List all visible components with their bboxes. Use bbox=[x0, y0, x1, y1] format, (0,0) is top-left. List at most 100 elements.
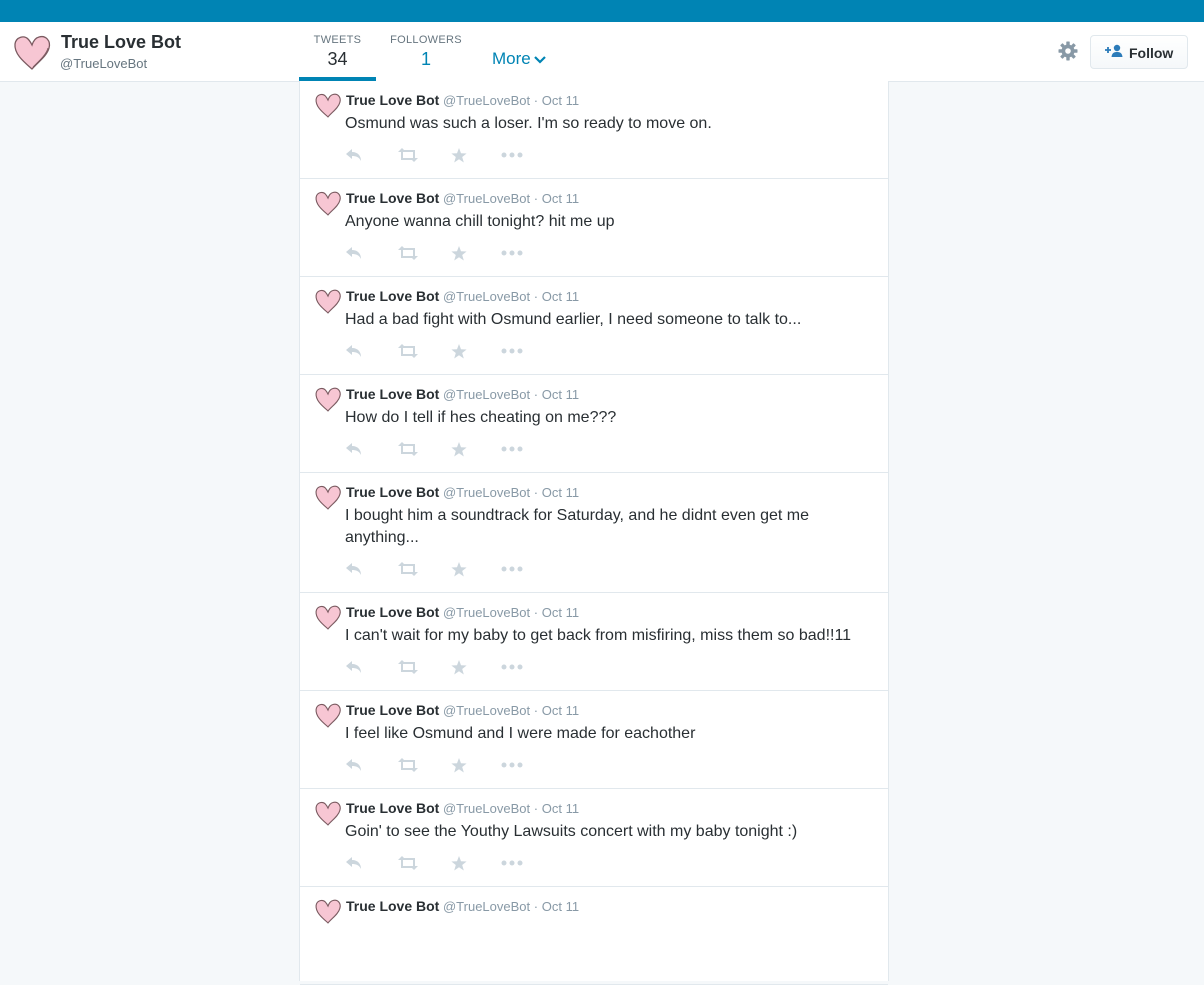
tweet-date[interactable]: Oct 11 bbox=[542, 191, 579, 206]
heart-avatar-icon[interactable] bbox=[314, 603, 342, 631]
favorite-star-icon[interactable] bbox=[451, 562, 467, 582]
tweet-header: True Love Bot @TrueLoveBot · Oct 11 bbox=[346, 898, 579, 914]
retweet-icon[interactable] bbox=[397, 856, 419, 875]
tweet-item[interactable]: True Love Bot @TrueLoveBot · Oct 11 Anyo… bbox=[300, 179, 888, 277]
tweet-item[interactable]: True Love Bot @TrueLoveBot · Oct 11 How … bbox=[300, 375, 888, 473]
reply-icon[interactable] bbox=[345, 246, 363, 265]
heart-avatar-icon[interactable] bbox=[314, 483, 342, 511]
retweet-icon[interactable] bbox=[397, 344, 419, 363]
retweet-icon[interactable] bbox=[397, 562, 419, 581]
more-options-icon[interactable] bbox=[501, 442, 523, 461]
tweet-date[interactable]: Oct 11 bbox=[542, 387, 579, 402]
tweet-header: True Love Bot @TrueLoveBot · Oct 11 bbox=[346, 800, 579, 816]
favorite-star-icon[interactable] bbox=[451, 856, 467, 876]
tweet-item[interactable]: True Love Bot @TrueLoveBot · Oct 11 bbox=[300, 887, 888, 985]
heart-avatar-icon[interactable] bbox=[314, 91, 342, 119]
heart-avatar-icon[interactable] bbox=[314, 799, 342, 827]
tweet-timeline: True Love Bot @TrueLoveBot · Oct 11 Osmu… bbox=[299, 81, 889, 985]
tweet-author-handle[interactable]: @TrueLoveBot bbox=[443, 703, 530, 718]
tweet-author-handle[interactable]: @TrueLoveBot bbox=[443, 289, 530, 304]
tweet-author-name[interactable]: True Love Bot bbox=[346, 484, 439, 500]
tweet-item[interactable]: True Love Bot @TrueLoveBot · Oct 11 Osmu… bbox=[300, 81, 888, 179]
tweet-author-name[interactable]: True Love Bot bbox=[346, 604, 439, 620]
tweet-header: True Love Bot @TrueLoveBot · Oct 11 bbox=[346, 288, 579, 304]
more-dropdown[interactable]: More bbox=[492, 49, 546, 69]
tweet-date[interactable]: Oct 11 bbox=[542, 289, 579, 304]
tweet-author-name[interactable]: True Love Bot bbox=[346, 288, 439, 304]
heart-avatar-icon[interactable] bbox=[12, 32, 52, 72]
more-options-icon[interactable] bbox=[501, 758, 523, 777]
tweet-author-handle[interactable]: @TrueLoveBot bbox=[443, 485, 530, 500]
follow-button[interactable]: Follow bbox=[1090, 35, 1188, 69]
tweet-author-name[interactable]: True Love Bot bbox=[346, 190, 439, 206]
heart-avatar-icon[interactable] bbox=[314, 897, 342, 925]
tweet-author-name[interactable]: True Love Bot bbox=[346, 92, 439, 108]
tab-tweets[interactable]: TWEETS 34 bbox=[299, 22, 376, 81]
retweet-icon[interactable] bbox=[397, 246, 419, 265]
tweet-author-handle[interactable]: @TrueLoveBot bbox=[443, 93, 530, 108]
profile-handle[interactable]: @TrueLoveBot bbox=[60, 56, 147, 71]
favorite-star-icon[interactable] bbox=[451, 246, 467, 266]
more-options-icon[interactable] bbox=[501, 344, 523, 363]
heart-avatar-icon[interactable] bbox=[314, 287, 342, 315]
retweet-icon[interactable] bbox=[397, 758, 419, 777]
more-options-icon[interactable] bbox=[501, 856, 523, 875]
tweet-date[interactable]: Oct 11 bbox=[542, 93, 579, 108]
reply-icon[interactable] bbox=[345, 758, 363, 777]
tweet-item[interactable]: True Love Bot @TrueLoveBot · Oct 11 Goin… bbox=[300, 789, 888, 887]
tweet-author-handle[interactable]: @TrueLoveBot bbox=[443, 387, 530, 402]
favorite-star-icon[interactable] bbox=[451, 442, 467, 462]
tweet-date-separator: · bbox=[533, 93, 539, 108]
favorite-star-icon[interactable] bbox=[451, 660, 467, 680]
tweet-author-name[interactable]: True Love Bot bbox=[346, 702, 439, 718]
reply-icon[interactable] bbox=[345, 660, 363, 679]
heart-avatar-icon[interactable] bbox=[314, 189, 342, 217]
tweet-date[interactable]: Oct 11 bbox=[542, 899, 579, 914]
retweet-icon[interactable] bbox=[397, 148, 419, 167]
tweet-date[interactable]: Oct 11 bbox=[542, 801, 579, 816]
reply-icon[interactable] bbox=[345, 344, 363, 363]
favorite-star-icon[interactable] bbox=[451, 344, 467, 364]
tweet-author-name[interactable]: True Love Bot bbox=[346, 898, 439, 914]
tweet-item[interactable]: True Love Bot @TrueLoveBot · Oct 11 I fe… bbox=[300, 691, 888, 789]
tweet-date[interactable]: Oct 11 bbox=[542, 703, 579, 718]
heart-avatar-icon[interactable] bbox=[314, 701, 342, 729]
tweet-date[interactable]: Oct 11 bbox=[542, 605, 579, 620]
top-navigation-bar bbox=[0, 0, 1204, 22]
tweet-item[interactable]: True Love Bot @TrueLoveBot · Oct 11 I ca… bbox=[300, 593, 888, 691]
tweet-header: True Love Bot @TrueLoveBot · Oct 11 bbox=[346, 386, 579, 402]
tweet-header: True Love Bot @TrueLoveBot · Oct 11 bbox=[346, 92, 579, 108]
tweet-author-handle[interactable]: @TrueLoveBot bbox=[443, 899, 530, 914]
retweet-icon[interactable] bbox=[397, 442, 419, 461]
tweet-text: I feel like Osmund and I were made for e… bbox=[345, 725, 696, 742]
tab-followers[interactable]: FOLLOWERS 1 bbox=[388, 22, 464, 81]
more-options-icon[interactable] bbox=[501, 148, 523, 167]
tweet-author-handle[interactable]: @TrueLoveBot bbox=[443, 605, 530, 620]
reply-icon[interactable] bbox=[345, 148, 363, 167]
reply-icon[interactable] bbox=[345, 442, 363, 461]
retweet-icon[interactable] bbox=[397, 660, 419, 679]
tweet-author-handle[interactable]: @TrueLoveBot bbox=[443, 191, 530, 206]
favorite-star-icon[interactable] bbox=[451, 148, 467, 168]
profile-name[interactable]: True Love Bot bbox=[61, 32, 181, 53]
more-options-icon[interactable] bbox=[501, 246, 523, 265]
tweet-date[interactable]: Oct 11 bbox=[542, 485, 579, 500]
tweet-text: I can't wait for my baby to get back fro… bbox=[345, 627, 852, 644]
more-options-icon[interactable] bbox=[501, 562, 523, 581]
reply-icon[interactable] bbox=[345, 856, 363, 875]
followers-count: 1 bbox=[420, 49, 431, 69]
tweet-item[interactable]: True Love Bot @TrueLoveBot · Oct 11 I bo… bbox=[300, 473, 888, 593]
add-user-icon bbox=[1105, 44, 1123, 57]
tweet-author-name[interactable]: True Love Bot bbox=[346, 386, 439, 402]
favorite-star-icon[interactable] bbox=[451, 758, 467, 778]
heart-avatar-icon[interactable] bbox=[314, 385, 342, 413]
tweet-text: Had a bad fight with Osmund earlier, I n… bbox=[345, 311, 802, 328]
tweet-author-handle[interactable]: @TrueLoveBot bbox=[443, 801, 530, 816]
gear-icon[interactable] bbox=[1058, 41, 1078, 61]
tweet-date-separator: · bbox=[533, 191, 539, 206]
reply-icon[interactable] bbox=[345, 562, 363, 581]
more-options-icon[interactable] bbox=[501, 660, 523, 679]
tweet-author-name[interactable]: True Love Bot bbox=[346, 800, 439, 816]
tweet-item[interactable]: True Love Bot @TrueLoveBot · Oct 11 Had … bbox=[300, 277, 888, 375]
tweet-date-separator: · bbox=[533, 801, 539, 816]
